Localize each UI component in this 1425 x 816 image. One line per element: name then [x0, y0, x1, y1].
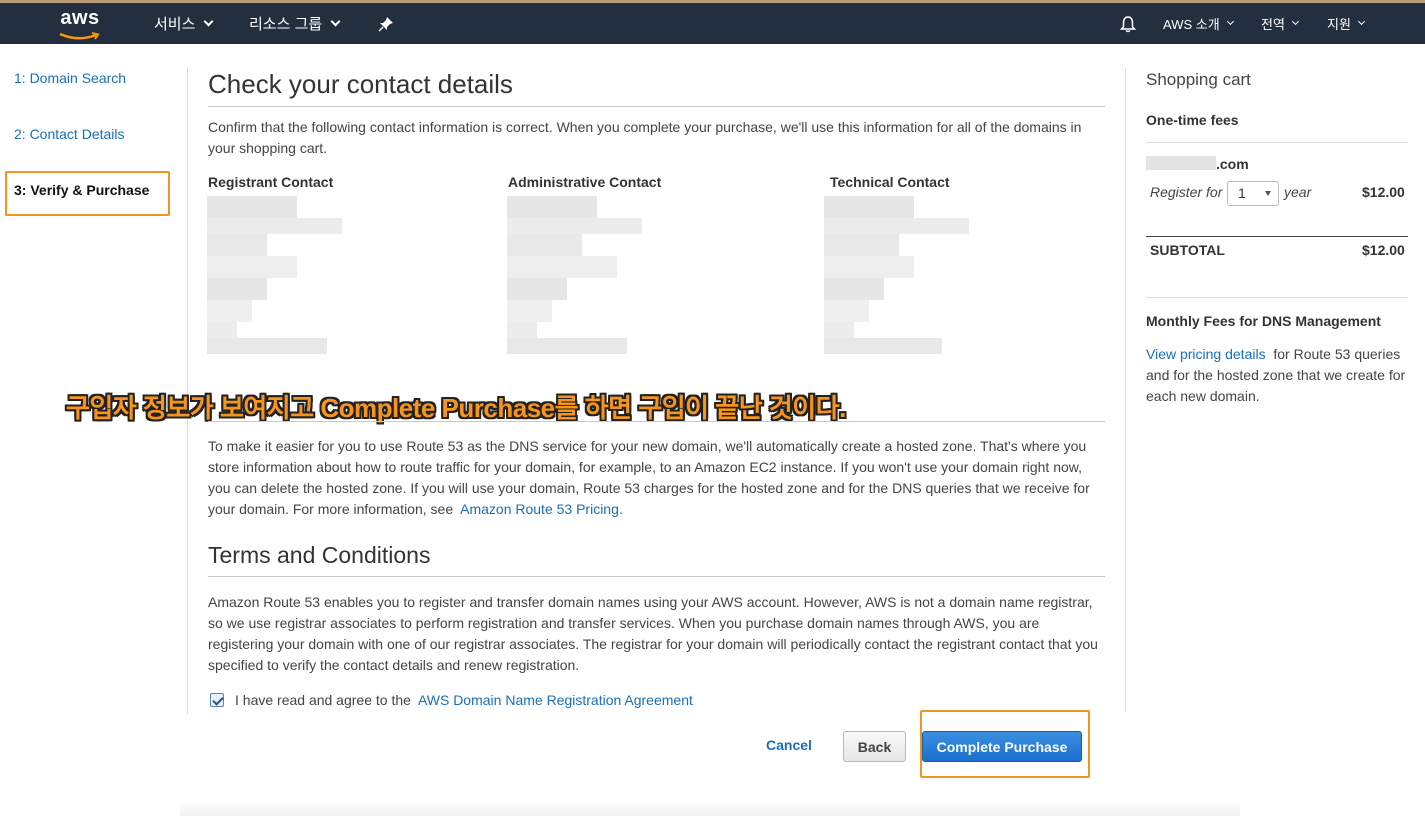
hosted-zone-divider [208, 421, 1105, 422]
complete-purchase-highlight-box [920, 710, 1090, 778]
intro-text: Confirm that the following contact infor… [208, 119, 1082, 156]
page-title: Check your contact details [208, 69, 513, 99]
technical-contact-heading: Technical Contact [830, 174, 950, 190]
aws-intro-label: AWS 소개 [1163, 17, 1220, 32]
aws-smile-icon [59, 32, 100, 40]
resource-groups-menu[interactable]: 리소스 그룹 [249, 3, 341, 44]
administrative-contact-heading: Administrative Contact [508, 174, 662, 190]
cart-divider-vertical [1125, 68, 1126, 712]
agree-line: I have read and agree to the AWS Domain … [235, 690, 693, 711]
registration-agreement-link[interactable]: AWS Domain Name Registration Agreement [418, 692, 693, 708]
dropdown-arrow-icon [1265, 191, 1271, 196]
agree-checkbox[interactable] [210, 693, 224, 707]
terms-divider [208, 576, 1105, 577]
subtotal-label: SUBTOTAL [1150, 242, 1225, 258]
step-contact-details[interactable]: 2: Contact Details [14, 126, 125, 142]
register-for-label: Register for [1150, 184, 1223, 200]
aws-intro-menu[interactable]: AWS 소개 [1163, 3, 1234, 44]
support-label: 지원 [1327, 17, 1351, 32]
resource-groups-label: 리소스 그룹 [249, 16, 323, 33]
cancel-button[interactable]: Cancel [766, 737, 812, 753]
cart-divider-2 [1146, 297, 1408, 298]
one-time-fees-label: One-time fees [1146, 112, 1239, 128]
services-label: 서비스 [154, 16, 196, 33]
monthly-fees-title: Monthly Fees for DNS Management [1146, 313, 1381, 329]
domain-suffix: .com [1216, 156, 1249, 172]
cart-divider-1 [1146, 142, 1408, 143]
years-select-value: 1 [1238, 185, 1246, 201]
region-menu[interactable]: 전역 [1261, 3, 1299, 44]
hosted-zone-body: To make it easier for you to use Route 5… [208, 438, 1090, 517]
terms-text: Amazon Route 53 enables you to register … [208, 594, 1098, 673]
chevron-down-icon [1357, 17, 1365, 26]
subtotal-value: $12.00 [1362, 242, 1405, 258]
view-pricing-link[interactable]: View pricing details [1146, 346, 1266, 362]
chevron-down-icon [203, 16, 214, 27]
step-highlight-box [5, 171, 170, 216]
year-label: year [1284, 184, 1312, 200]
region-label: 전역 [1261, 17, 1285, 32]
chevron-down-icon [1291, 17, 1299, 26]
aws-logo[interactable]: aws [56, 7, 104, 41]
domain-price: $12.00 [1362, 184, 1405, 200]
agree-text: I have read and agree to the [235, 692, 411, 708]
years-select[interactable]: 1 [1227, 181, 1279, 206]
bottom-shadow [180, 800, 1240, 816]
subtotal-divider [1146, 236, 1408, 237]
hosted-zone-text: To make it easier for you to use Route 5… [208, 436, 1101, 520]
steps-sidebar [0, 44, 188, 714]
title-divider [208, 106, 1105, 107]
pin-icon[interactable] [378, 3, 394, 44]
back-button[interactable]: Back [843, 731, 906, 762]
top-navbar: aws 서비스 리소스 그룹 AWS 소개 전역 지원 [0, 3, 1425, 44]
route53-pricing-link[interactable]: Amazon Route 53 Pricing. [460, 501, 623, 517]
annotation-caption: 구입자 정보가 보여지고 Complete Purchase를 하면 구입이 끝… [66, 393, 846, 423]
monthly-fees-text: View pricing details for Route 53 querie… [1146, 344, 1410, 407]
step-domain-search[interactable]: 1: Domain Search [14, 70, 126, 86]
services-menu[interactable]: 서비스 [154, 3, 214, 44]
cart-title: Shopping cart [1146, 70, 1251, 89]
chevron-down-icon [330, 16, 341, 27]
registrant-contact-heading: Registrant Contact [208, 174, 334, 190]
aws-logo-text: aws [60, 7, 100, 29]
bell-icon[interactable] [1119, 3, 1137, 44]
chevron-down-icon [1226, 17, 1234, 26]
terms-title: Terms and Conditions [208, 542, 431, 568]
support-menu[interactable]: 지원 [1327, 3, 1365, 44]
